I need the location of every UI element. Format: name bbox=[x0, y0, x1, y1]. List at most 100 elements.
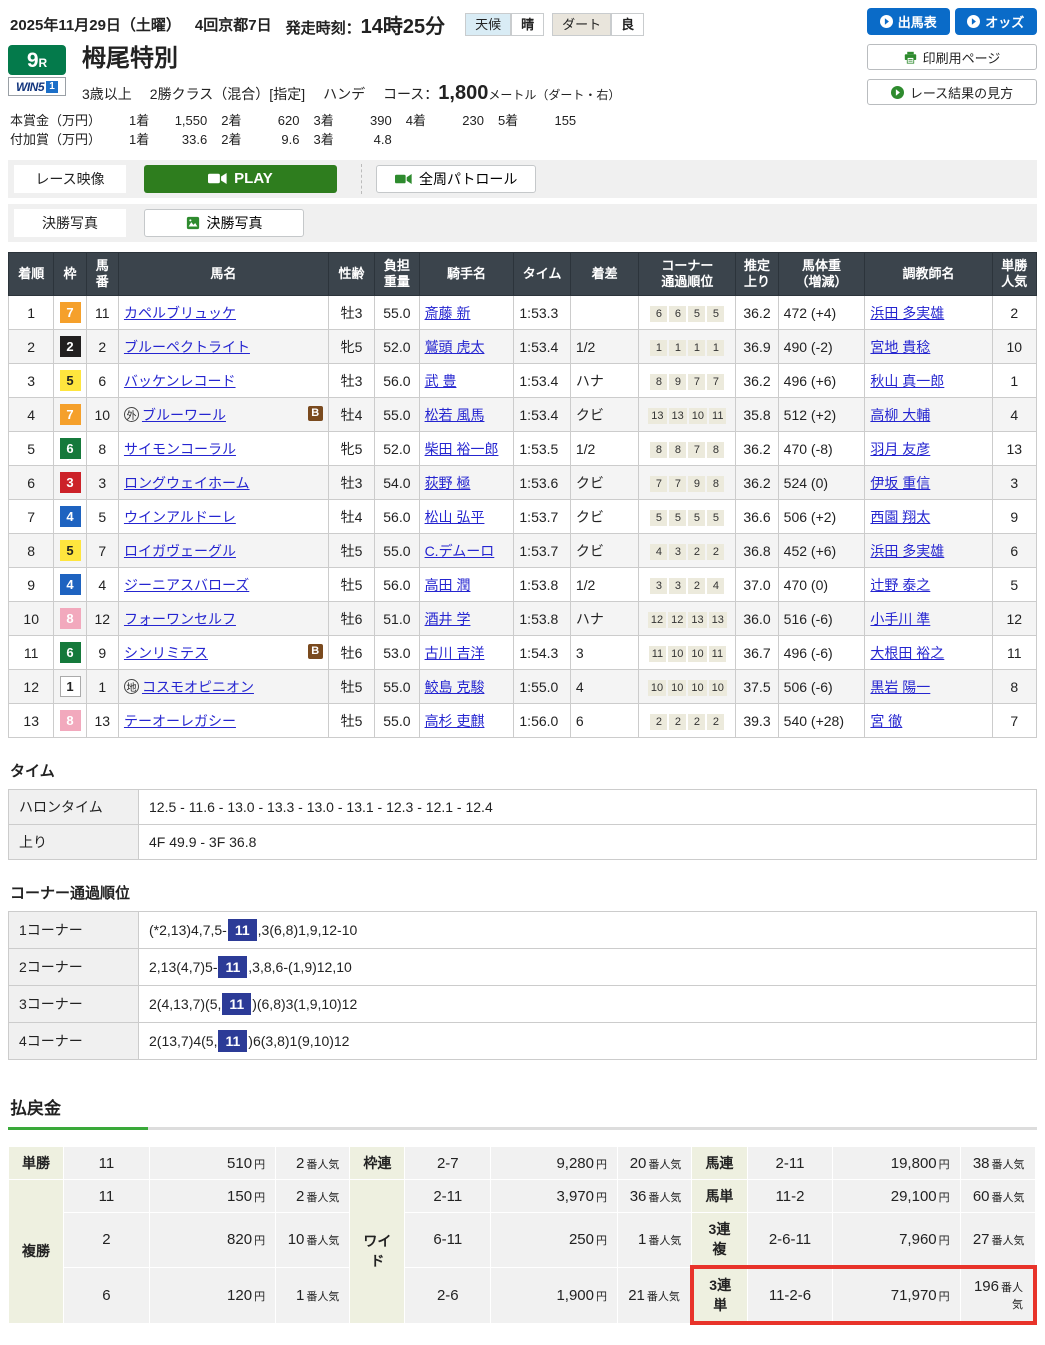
carried-weight-cell: 54.0 bbox=[374, 465, 420, 501]
trainer-link[interactable]: 大根田 裕之 bbox=[870, 645, 944, 661]
carried-weight-cell: 56.0 bbox=[374, 567, 420, 603]
entries-button[interactable]: 出馬表 bbox=[867, 8, 950, 35]
jockey-link[interactable]: C.デムーロ bbox=[425, 543, 495, 559]
payout-popularity-cell: 21 番人気 bbox=[616, 1266, 693, 1324]
trainer-link[interactable]: 羽月 友彦 bbox=[870, 441, 930, 457]
jockey-link[interactable]: 高田 潤 bbox=[425, 577, 471, 593]
combination-cell: 6 bbox=[63, 1266, 150, 1324]
time-cell: 1:53.7 bbox=[513, 533, 571, 569]
corner-pos-box: 13 bbox=[688, 611, 707, 628]
trainer-link[interactable]: 秋山 真一郎 bbox=[870, 373, 944, 389]
trainer-link[interactable]: 黒岩 陽一 bbox=[870, 679, 930, 695]
combination-cell: 11 bbox=[63, 1179, 150, 1214]
horse-number-cell: 10 bbox=[85, 397, 119, 433]
payout-popularity-cell: 38 番人気 bbox=[959, 1146, 1036, 1181]
horse-name-cell: フォーワンセルフ bbox=[117, 601, 329, 637]
result-guide-button[interactable]: レース結果の見方 bbox=[867, 79, 1037, 105]
corner-pos-box: 10 bbox=[668, 679, 687, 696]
trainer-link[interactable]: 浜田 多実雄 bbox=[870, 543, 944, 559]
divider bbox=[8, 1127, 1037, 1131]
horse-name-link[interactable]: フォーワンセルフ bbox=[124, 611, 236, 627]
prize-pair: 3着 4.8 bbox=[313, 131, 392, 147]
print-button[interactable]: 印刷用ページ bbox=[867, 44, 1037, 70]
column-header: 着順 bbox=[7, 251, 55, 297]
trainer-cell: 浜田 多実雄 bbox=[864, 533, 993, 569]
odds-button[interactable]: オッズ bbox=[954, 8, 1037, 35]
time-row-value: 4F 49.9 - 3F 36.8 bbox=[138, 824, 1037, 861]
trainer-cell: 宮地 貴稔 bbox=[864, 329, 993, 365]
jockey-link[interactable]: 松若 風馬 bbox=[425, 407, 485, 423]
trainer-link[interactable]: 宮 徹 bbox=[870, 713, 902, 729]
corner-pos-box: 6 bbox=[650, 305, 668, 322]
trainer-link[interactable]: 小手川 準 bbox=[870, 611, 930, 627]
corner-pos-box: 3 bbox=[669, 577, 687, 594]
trainer-link[interactable]: 辻野 泰之 bbox=[870, 577, 930, 593]
corner-row-value: 2,13(4,7)5- 11,3,8,6-(1,9)12,10 bbox=[138, 948, 1037, 987]
horse-name-link[interactable]: カペルブリュッケ bbox=[124, 305, 236, 321]
payout-popularity-cell: 2 番人気 bbox=[275, 1179, 351, 1214]
corner-row: 4コーナー 2(13,7)4(5, 11)6(3,8)1(9,10)12 bbox=[8, 1022, 1037, 1061]
horse-name-link[interactable]: サイモンコーラル bbox=[124, 441, 236, 457]
horse-name-link[interactable]: ブルーペクトライト bbox=[124, 339, 250, 355]
jockey-link[interactable]: 古川 吉洋 bbox=[425, 645, 485, 661]
jockey-cell: 荻野 極 bbox=[418, 465, 515, 501]
jockey-link[interactable]: 鷲頭 虎太 bbox=[425, 339, 485, 355]
corner-pos-box: 10 bbox=[688, 645, 707, 662]
horse-name-link[interactable]: バッケンレコード bbox=[124, 373, 236, 389]
trainer-link[interactable]: 浜田 多実雄 bbox=[870, 305, 944, 321]
carried-weight-cell: 56.0 bbox=[374, 499, 420, 535]
combination-cell: 11-2-6 bbox=[746, 1265, 834, 1326]
horse-name-link[interactable]: シンリミテス bbox=[124, 645, 208, 661]
horse-name-link[interactable]: ウインアルドーレ bbox=[124, 509, 236, 525]
body-weight-cell: 512 (+2) bbox=[777, 397, 866, 433]
finish-photo-button[interactable]: 決勝写真 bbox=[144, 208, 304, 237]
jockey-link[interactable]: 荻野 極 bbox=[425, 475, 471, 491]
column-header: 馬体重 （増減） bbox=[777, 251, 866, 297]
horse-name-link[interactable]: テーオーレガシー bbox=[124, 713, 236, 729]
result-row: 6 3 3 ロングウェイホーム 牡3 54.0 荻野 極 1:53.6 クビ 7… bbox=[7, 465, 1038, 501]
jockey-link[interactable]: 武 豊 bbox=[425, 373, 457, 389]
trainer-link[interactable]: 宮地 貴稔 bbox=[870, 339, 930, 355]
margin-cell: 4 bbox=[569, 669, 640, 705]
horse-name-link[interactable]: ロイガヴェーグル bbox=[124, 543, 236, 559]
body-weight-cell: 472 (+4) bbox=[777, 295, 866, 331]
trainer-link[interactable]: 伊坂 重信 bbox=[870, 475, 930, 491]
jockey-link[interactable]: 鮫島 克駿 bbox=[425, 679, 485, 695]
play-button[interactable]: PLAY bbox=[144, 164, 337, 193]
rank-cell: 4 bbox=[7, 397, 55, 433]
trainer-cell: 宮 徹 bbox=[864, 703, 993, 739]
horse-name-link[interactable]: コスモオピニオン bbox=[142, 679, 254, 695]
horse-name-link[interactable]: ブルーワール bbox=[142, 407, 226, 423]
bet-type-cell: 単勝 bbox=[7, 1146, 65, 1181]
jockey-cell: 松山 弘平 bbox=[418, 499, 515, 535]
time-cell: 1:53.8 bbox=[513, 567, 571, 603]
frame-cell: 2 bbox=[53, 329, 87, 365]
jockey-link[interactable]: 高杉 吏麒 bbox=[425, 713, 485, 729]
jockey-link[interactable]: 酒井 学 bbox=[425, 611, 471, 627]
payout-row: 単勝 11 510 円 2 番人気 枠連 2-7 9,280 円 20 番人気 馬連 2-11 19,800… bbox=[7, 1146, 1036, 1181]
last3f-cell: 36.2 bbox=[735, 431, 779, 467]
jockey-link[interactable]: 斎藤 新 bbox=[425, 305, 471, 321]
horse-number-cell: 5 bbox=[85, 499, 119, 535]
time-cell: 1:53.5 bbox=[513, 431, 571, 467]
jockey-link[interactable]: 柴田 裕一郎 bbox=[425, 441, 499, 457]
last3f-cell: 36.2 bbox=[735, 363, 779, 399]
horse-name-link[interactable]: ジーニアスバローズ bbox=[124, 577, 249, 593]
race-video-label: レース映像 bbox=[14, 164, 126, 193]
jockey-link[interactable]: 松山 弘平 bbox=[425, 509, 485, 525]
body-weight-cell: 470 (-8) bbox=[777, 431, 866, 467]
frame-badge: 4 bbox=[59, 574, 81, 596]
trainer-cell: 大根田 裕之 bbox=[864, 635, 993, 671]
patrol-video-button[interactable]: 全周パトロール bbox=[376, 164, 537, 193]
last3f-cell: 39.3 bbox=[735, 703, 779, 739]
bet-type-cell: 3連単 bbox=[689, 1265, 748, 1326]
trainer-link[interactable]: 西園 翔太 bbox=[870, 509, 930, 525]
amount-cell: 19,800 円 bbox=[832, 1146, 961, 1181]
horse-name-link[interactable]: ロングウェイホーム bbox=[124, 475, 250, 491]
payout-section-title: 払戻金 bbox=[10, 1099, 61, 1119]
frame-cell: 7 bbox=[53, 397, 87, 433]
margin-cell: ハナ bbox=[569, 363, 640, 399]
corner-pos-box: 7 bbox=[650, 475, 668, 492]
rank-cell: 10 bbox=[7, 601, 55, 637]
trainer-link[interactable]: 高柳 大輔 bbox=[870, 407, 930, 423]
